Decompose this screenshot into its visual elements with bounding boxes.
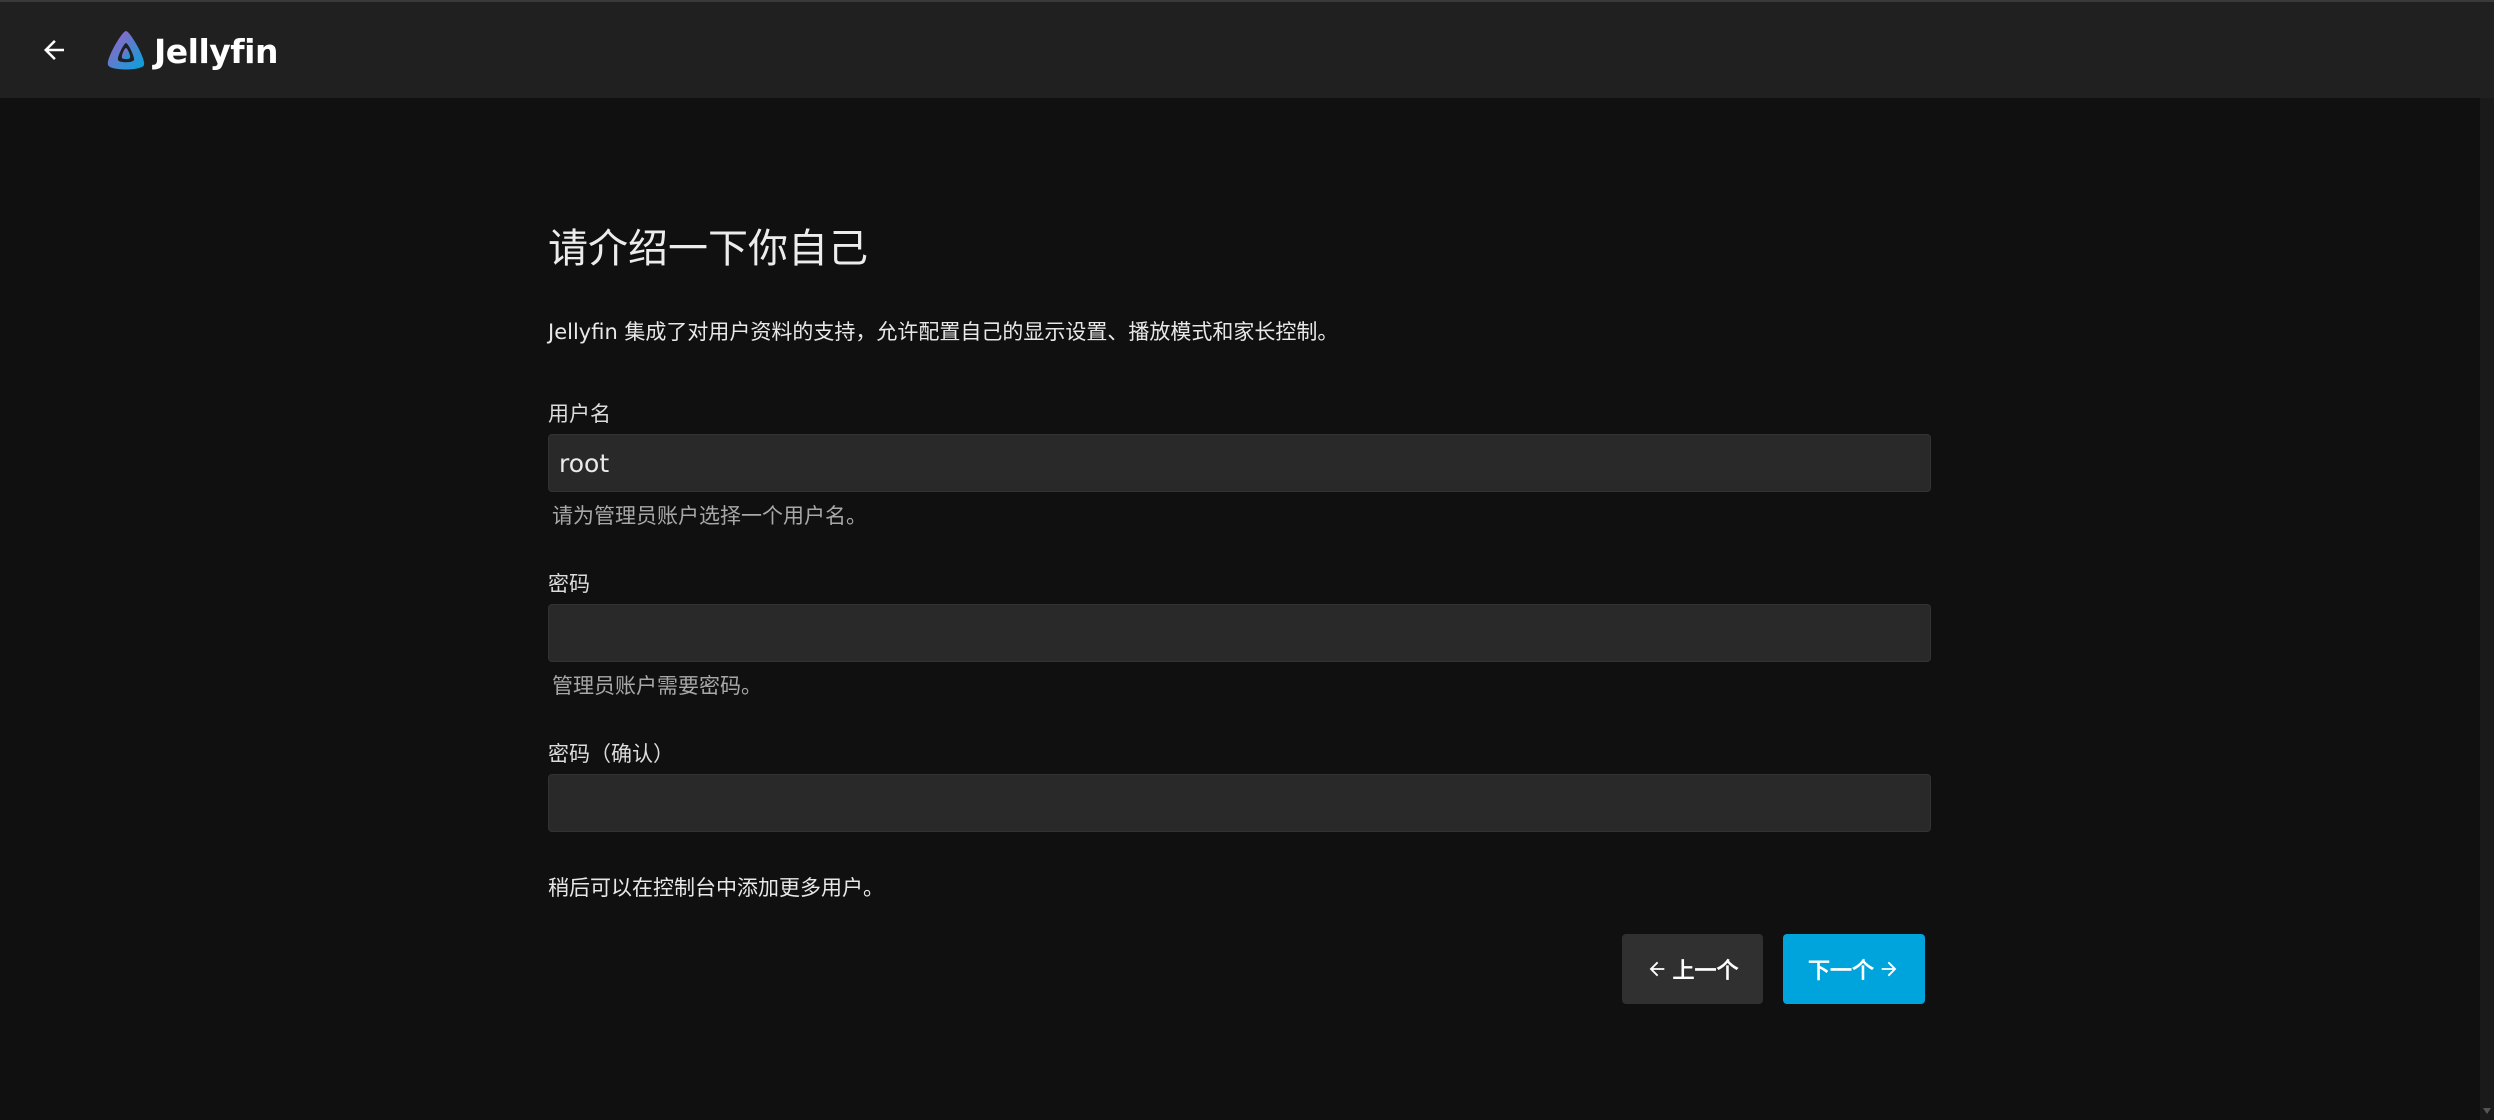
back-button[interactable] [34,30,74,70]
username-label: 用户名 [548,402,611,426]
intro-text: Jellyfin 集成了对用户资料的支持，允许配置自己的显示设置、播放模式和家长… [548,320,1339,344]
password-hint: 管理员账户需要密码。 [552,674,762,698]
username-input[interactable] [548,434,1931,492]
password-label: 密码 [548,572,590,596]
jellyfin-logo-icon [107,31,145,70]
page-scrollbar[interactable] [2480,98,2494,1120]
next-button[interactable]: 下一个 [1783,934,1925,1004]
next-button-label: 下一个 [1807,959,1874,984]
password-confirm-input[interactable] [548,774,1931,832]
page-title: 请介绍一下你自己 [548,226,868,272]
arrow-left-icon [44,40,64,60]
brand-name: Jellyfin [154,31,278,71]
previous-button-label: 上一个 [1672,959,1739,984]
jellyfin-logo[interactable]: Jellyfin [102,26,278,76]
arrow-left-icon [1650,961,1665,977]
password-input[interactable] [548,604,1931,662]
arrow-right-icon [1881,961,1897,977]
scroll-down-icon[interactable] [2483,1108,2491,1114]
previous-button[interactable]: 上一个 [1622,934,1763,1004]
username-hint: 请为管理员账户选择一个用户名。 [552,504,867,528]
footer-note: 稍后可以在控制台中添加更多用户。 [548,876,884,900]
main-content: 请介绍一下你自己 Jellyfin 集成了对用户资料的支持，允许配置自己的显示设… [0,98,2480,1120]
app-header: Jellyfin [0,0,2494,98]
password-confirm-label: 密码（确认） [548,742,674,766]
